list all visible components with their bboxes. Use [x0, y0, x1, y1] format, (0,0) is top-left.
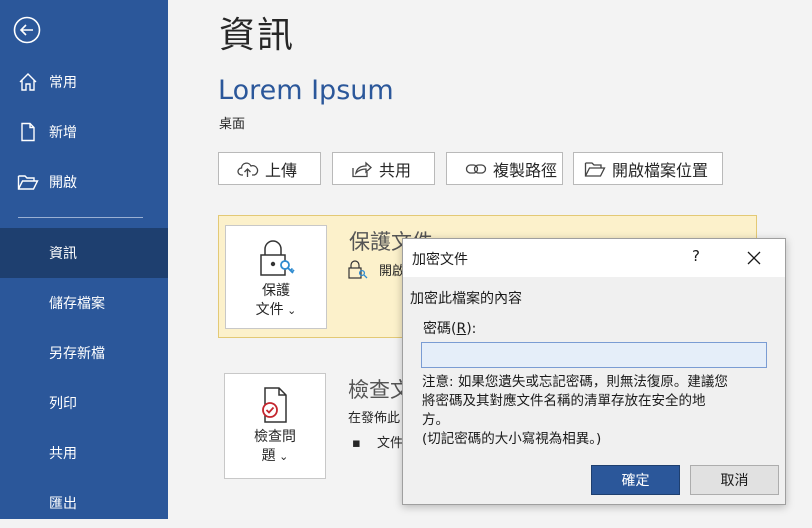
sidebar-item-label: 儲存檔案 — [49, 296, 105, 312]
protect-button-line1: 保護 — [262, 283, 290, 299]
lock-key-small-icon — [348, 260, 368, 279]
backstage-sidebar: 常用 新增 開啟 資訊 儲存檔案 另存新檔 列印 共用 匯出 — [0, 0, 168, 519]
dialog-note: 注意: 如果您遺失或忘記密碼，則無法復原。建議您 將密碼及其對應文件名稱的清單存… — [422, 373, 767, 449]
sidebar-item-label: 資訊 — [49, 246, 77, 262]
sidebar-item-open[interactable]: 開啟 — [0, 157, 168, 207]
bullet-icon: ▪ — [352, 436, 361, 451]
document-name: Lorem Ipsum — [218, 75, 394, 106]
encrypt-document-dialog: 加密文件 ? 加密此檔案的內容 密碼(R): 注意: 如果您遺失或忘記密碼，則無… — [402, 238, 786, 505]
open-folder-icon — [584, 161, 606, 177]
password-field[interactable] — [421, 342, 767, 368]
open-file-location-button[interactable]: 開啟檔案位置 — [573, 152, 723, 185]
inspect-button-line2: 題 — [261, 448, 276, 464]
close-icon[interactable] — [745, 249, 763, 267]
new-document-icon — [17, 121, 39, 143]
inspect-document-icon — [262, 387, 287, 423]
dialog-title-bar: 加密文件 ? — [403, 239, 785, 277]
encrypt-group-label: 加密此檔案的內容 — [410, 291, 522, 307]
share-label: 共用 — [379, 160, 412, 180]
upload-button[interactable]: 上傳 — [218, 152, 321, 185]
inspect-section-desc: 在發佈此 — [348, 411, 401, 426]
share-icon — [352, 161, 372, 177]
sidebar-item-home[interactable]: 常用 — [0, 57, 168, 107]
inspect-bullet-text: 文件 — [376, 436, 403, 451]
inspect-bullet: ▪ 文件 — [352, 432, 403, 451]
sidebar-item-export[interactable]: 匯出 — [0, 478, 168, 528]
cancel-button[interactable]: 取消 — [690, 465, 779, 495]
upload-label: 上傳 — [265, 160, 298, 180]
sidebar-item-print[interactable]: 列印 — [0, 378, 168, 428]
sidebar-item-label: 共用 — [49, 446, 77, 462]
copy-path-label: 複製路徑 — [493, 160, 558, 180]
note-line: 方。 — [422, 412, 449, 428]
note-line: 將密碼及其對應文件名稱的清單存放在安全的地 — [422, 393, 706, 409]
page-title: 資訊 — [219, 15, 296, 56]
inspect-button-line1: 檢查問 — [254, 429, 296, 445]
link-icon — [465, 163, 487, 174]
sidebar-item-label: 匯出 — [49, 496, 77, 512]
sidebar-item-label: 開啟 — [49, 175, 77, 191]
protect-document-button[interactable]: 保護 文件 ⌄ — [225, 225, 327, 329]
dialog-title: 加密文件 — [412, 252, 468, 268]
protect-button-line2: 文件 — [255, 302, 284, 318]
open-file-location-label: 開啟檔案位置 — [612, 160, 709, 180]
back-arrow-icon[interactable] — [13, 16, 41, 44]
password-label: 密碼(R): — [423, 318, 476, 338]
sidebar-item-label: 另存新檔 — [49, 346, 105, 362]
password-label-suffix: ): — [466, 321, 477, 337]
help-button[interactable]: ? — [692, 247, 700, 265]
copy-path-button[interactable]: 複製路徑 — [446, 152, 563, 185]
lock-key-icon — [260, 240, 295, 276]
chevron-down-icon: ⌄ — [283, 304, 297, 317]
open-folder-icon — [17, 171, 39, 193]
password-label-accesskey: R — [456, 321, 467, 337]
document-location: 桌面 — [219, 117, 246, 132]
sidebar-item-share[interactable]: 共用 — [0, 428, 168, 478]
check-for-issues-button[interactable]: 檢查問 題 ⌄ — [224, 373, 326, 479]
chevron-down-icon: ⌄ — [275, 450, 289, 463]
sidebar-item-new[interactable]: 新增 — [0, 107, 168, 157]
password-label-prefix: 密碼( — [423, 321, 457, 337]
ok-button[interactable]: 確定 — [591, 465, 680, 495]
sidebar-divider — [18, 217, 143, 218]
home-icon — [17, 71, 39, 93]
sidebar-item-save-as[interactable]: 另存新檔 — [0, 328, 168, 378]
share-button[interactable]: 共用 — [332, 152, 435, 185]
sidebar-item-label: 列印 — [49, 396, 77, 412]
cloud-upload-icon — [237, 162, 259, 177]
sidebar-item-info[interactable]: 資訊 — [0, 228, 168, 278]
note-line: 注意: 如果您遺失或忘記密碼，則無法復原。建議您 — [422, 374, 728, 390]
note-line: (切記密碼的大小寫視為相異。) — [422, 431, 602, 447]
sidebar-item-save[interactable]: 儲存檔案 — [0, 278, 168, 328]
sidebar-item-label: 新增 — [49, 125, 77, 141]
sidebar-item-label: 常用 — [49, 75, 77, 91]
